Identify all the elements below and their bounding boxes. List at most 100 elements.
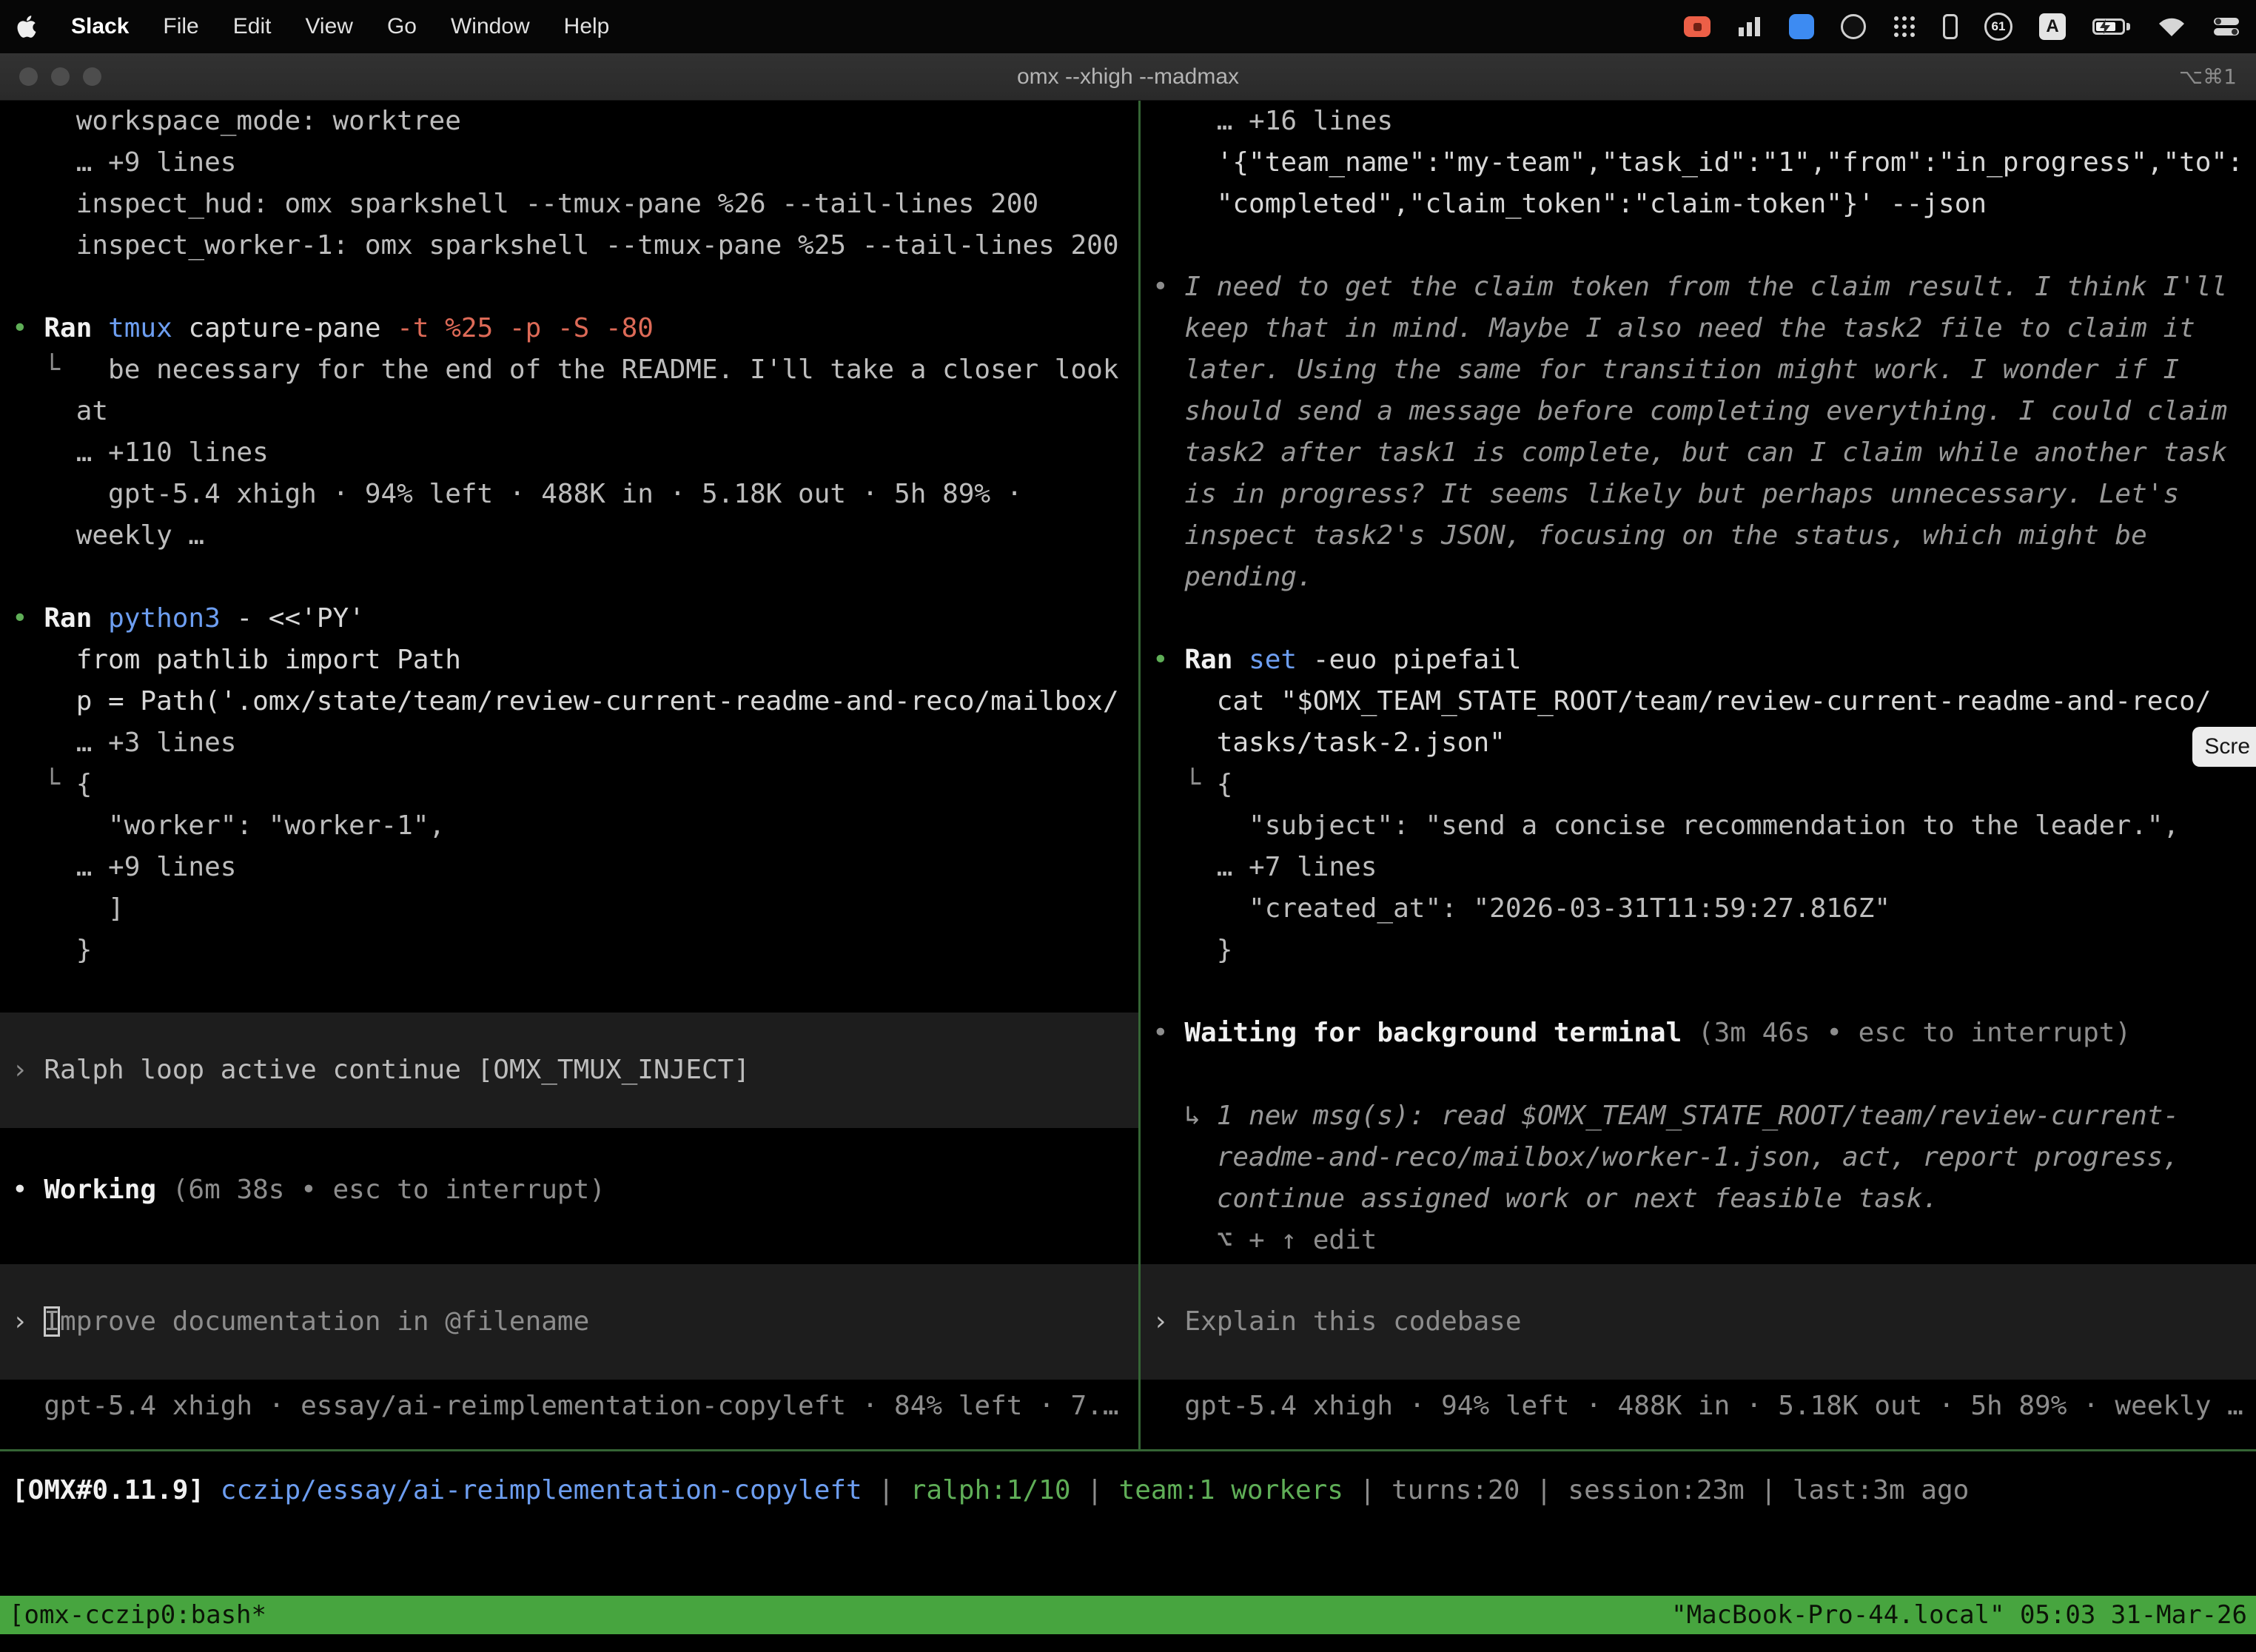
- pane-left-status-footer: gpt-5.4 xhigh · essay/ai-reimplementatio…: [0, 1386, 1138, 1427]
- text-segment: 1 new msg(s): read $OMX_TEAM_STATE_ROOT/…: [1217, 1101, 2179, 1131]
- waiting-status: • Waiting for background terminal (3m 46…: [1141, 1013, 2256, 1054]
- text-segment: |: [1745, 1475, 1793, 1505]
- pane-divider-horizontal[interactable]: [0, 1449, 2256, 1451]
- screen-recording-indicator-icon[interactable]: [1684, 16, 1711, 37]
- active-app-name[interactable]: Slack: [71, 14, 129, 39]
- text-segment: '{"team_name":"my-team","task_id":"1","f…: [1152, 147, 2243, 178]
- text-segment: •: [12, 603, 44, 634]
- composer-input-right[interactable]: › Explain this codebase: [1141, 1264, 2256, 1380]
- control-center-icon[interactable]: [2213, 17, 2240, 36]
- text-segment: ]: [12, 893, 124, 924]
- thinking-line: later. Using the same for transition mig…: [1141, 349, 2256, 391]
- app-blue-icon[interactable]: [1789, 14, 1814, 39]
- minimize-button[interactable]: [51, 67, 70, 86]
- text-segment: •: [1152, 272, 1184, 302]
- text-segment: •: [12, 313, 44, 343]
- omx-status-line: [OMX#0.11.9] cczip/essay/ai-reimplementa…: [0, 1470, 1969, 1511]
- blank-line: [0, 971, 1138, 1013]
- text-segment: readme-and-reco/mailbox/worker-1.json, a…: [1152, 1142, 2179, 1172]
- pane-right-status-footer: gpt-5.4 xhigh · 94% left · 488K in · 5.1…: [1141, 1386, 2256, 1427]
- text-segment: continue assigned work or next feasible …: [1152, 1183, 1938, 1214]
- dots-grid-icon[interactable]: [1893, 15, 1916, 38]
- tmux-status-bar: [omx-cczip0:bash* "MacBook-Pro-44.local"…: [0, 1596, 2256, 1634]
- text-segment: "completed","claim_token":"claim-token"}…: [1152, 189, 1987, 219]
- gauge-61-icon[interactable]: 61: [1984, 13, 2012, 41]
- text-segment: should send a message before completing …: [1152, 396, 2227, 426]
- input-source-icon[interactable]: A: [2039, 13, 2066, 40]
- thinking-line: • I need to get the claim token from the…: [1141, 266, 2256, 308]
- menu-go[interactable]: Go: [387, 14, 417, 39]
- text-segment: cczip/essay/ai-reimplementation-copyleft: [221, 1475, 862, 1505]
- wifi-icon[interactable]: [2157, 16, 2186, 38]
- terminal-line: "completed","claim_token":"claim-token"}…: [1141, 184, 2256, 225]
- text-segment: - <<'PY': [236, 603, 364, 634]
- text-segment: {: [1217, 769, 1233, 799]
- desktop-screen: Slack File Edit View Go Window Help 61 A: [0, 0, 2256, 1652]
- terminal-line: inspect_hud: omx sparkshell --tmux-pane …: [0, 184, 1138, 225]
- pane-left-scrollback: workspace_mode: worktree … +9 lines insp…: [0, 101, 1138, 1211]
- text-segment: pending.: [1152, 562, 1313, 592]
- text-cursor: I: [44, 1306, 60, 1337]
- text-segment: team:1 workers: [1119, 1475, 1343, 1505]
- traffic-lights: [19, 67, 101, 86]
- zoom-button[interactable]: [83, 67, 101, 86]
- blank-line: [1141, 971, 2256, 1013]
- text-segment: "subject": "send a concise recommendatio…: [1152, 810, 2179, 841]
- text-segment: Ran: [44, 603, 108, 634]
- text-segment: |: [1071, 1475, 1119, 1505]
- text-segment: at: [12, 396, 108, 426]
- terminal-line: at: [0, 391, 1138, 432]
- close-button[interactable]: [19, 67, 38, 86]
- text-segment: (6m 38s • esc to interrupt): [172, 1175, 605, 1205]
- text-segment: inspect task2's JSON, focusing on the st…: [1152, 520, 2147, 551]
- screen-share-notification[interactable]: Scre: [2192, 727, 2256, 767]
- inject-banner: › Ralph loop active continue [OMX_TMUX_I…: [0, 1013, 1138, 1128]
- phone-mirroring-icon[interactable]: [1943, 14, 1958, 39]
- text-segment: └: [12, 769, 76, 799]
- mailbox-message: continue assigned work or next feasible …: [1141, 1178, 2256, 1220]
- text-segment: … +3 lines: [12, 728, 236, 758]
- terminal-line: }: [0, 930, 1138, 971]
- menu-items: File Edit View Go Window Help: [163, 14, 609, 39]
- menu-help[interactable]: Help: [564, 14, 610, 39]
- thinking-line: pending.: [1141, 557, 2256, 598]
- text-segment: |: [1343, 1475, 1391, 1505]
- text-segment: later. Using the same for transition mig…: [1152, 355, 2179, 385]
- text-segment: }: [12, 935, 92, 965]
- terminal-line: gpt-5.4 xhigh · 94% left · 488K in · 5.1…: [0, 474, 1138, 515]
- blank-line: [1141, 225, 2256, 266]
- terminal-line: }: [1141, 930, 2256, 971]
- terminal-line: └ be necessary for the end of the README…: [0, 349, 1138, 391]
- text-segment: … +9 lines: [12, 852, 236, 882]
- text-segment: from pathlib import Path: [12, 645, 461, 675]
- text-segment: python3: [108, 603, 236, 634]
- ran-command-line: • Ran python3 - <<'PY': [0, 598, 1138, 639]
- menu-edit[interactable]: Edit: [233, 14, 272, 39]
- terminal-line: tasks/task-2.json": [1141, 722, 2256, 764]
- menubar-left: Slack File Edit View Go Window Help: [16, 14, 609, 39]
- pane-divider-vertical[interactable]: [1138, 101, 1141, 1449]
- blank-line: [0, 266, 1138, 308]
- blank-line: [0, 1128, 1138, 1169]
- text-segment: Ran: [44, 313, 108, 343]
- battery-icon[interactable]: [2092, 19, 2130, 35]
- menu-view[interactable]: View: [305, 14, 352, 39]
- menu-window[interactable]: Window: [451, 14, 530, 39]
- composer-input-left[interactable]: › Improve documentation in @filename: [0, 1264, 1138, 1380]
- text-segment: inspect_worker-1: omx sparkshell --tmux-…: [12, 230, 1119, 261]
- menu-file[interactable]: File: [163, 14, 198, 39]
- terminal-line: ]: [0, 888, 1138, 930]
- terminal-line: … +110 lines: [0, 432, 1138, 474]
- window-titlebar: omx --xhigh --madmax ⌥⌘1: [0, 53, 2256, 101]
- activity-chart-icon[interactable]: [1737, 16, 1762, 38]
- app-circle-icon[interactable]: [1841, 14, 1866, 39]
- text-segment: |: [862, 1475, 910, 1505]
- text-segment: gpt-5.4 xhigh · essay/ai-reimplementatio…: [12, 1391, 1119, 1421]
- notification-text: Scre: [2204, 734, 2250, 759]
- text-segment: |: [1520, 1475, 1568, 1505]
- apple-menu-icon[interactable]: [16, 14, 37, 39]
- text-segment: session:23m: [1568, 1475, 1744, 1505]
- text-segment: "worker": "worker-1",: [12, 810, 445, 841]
- text-segment: •: [12, 1175, 44, 1205]
- text-segment: set: [1249, 645, 1313, 675]
